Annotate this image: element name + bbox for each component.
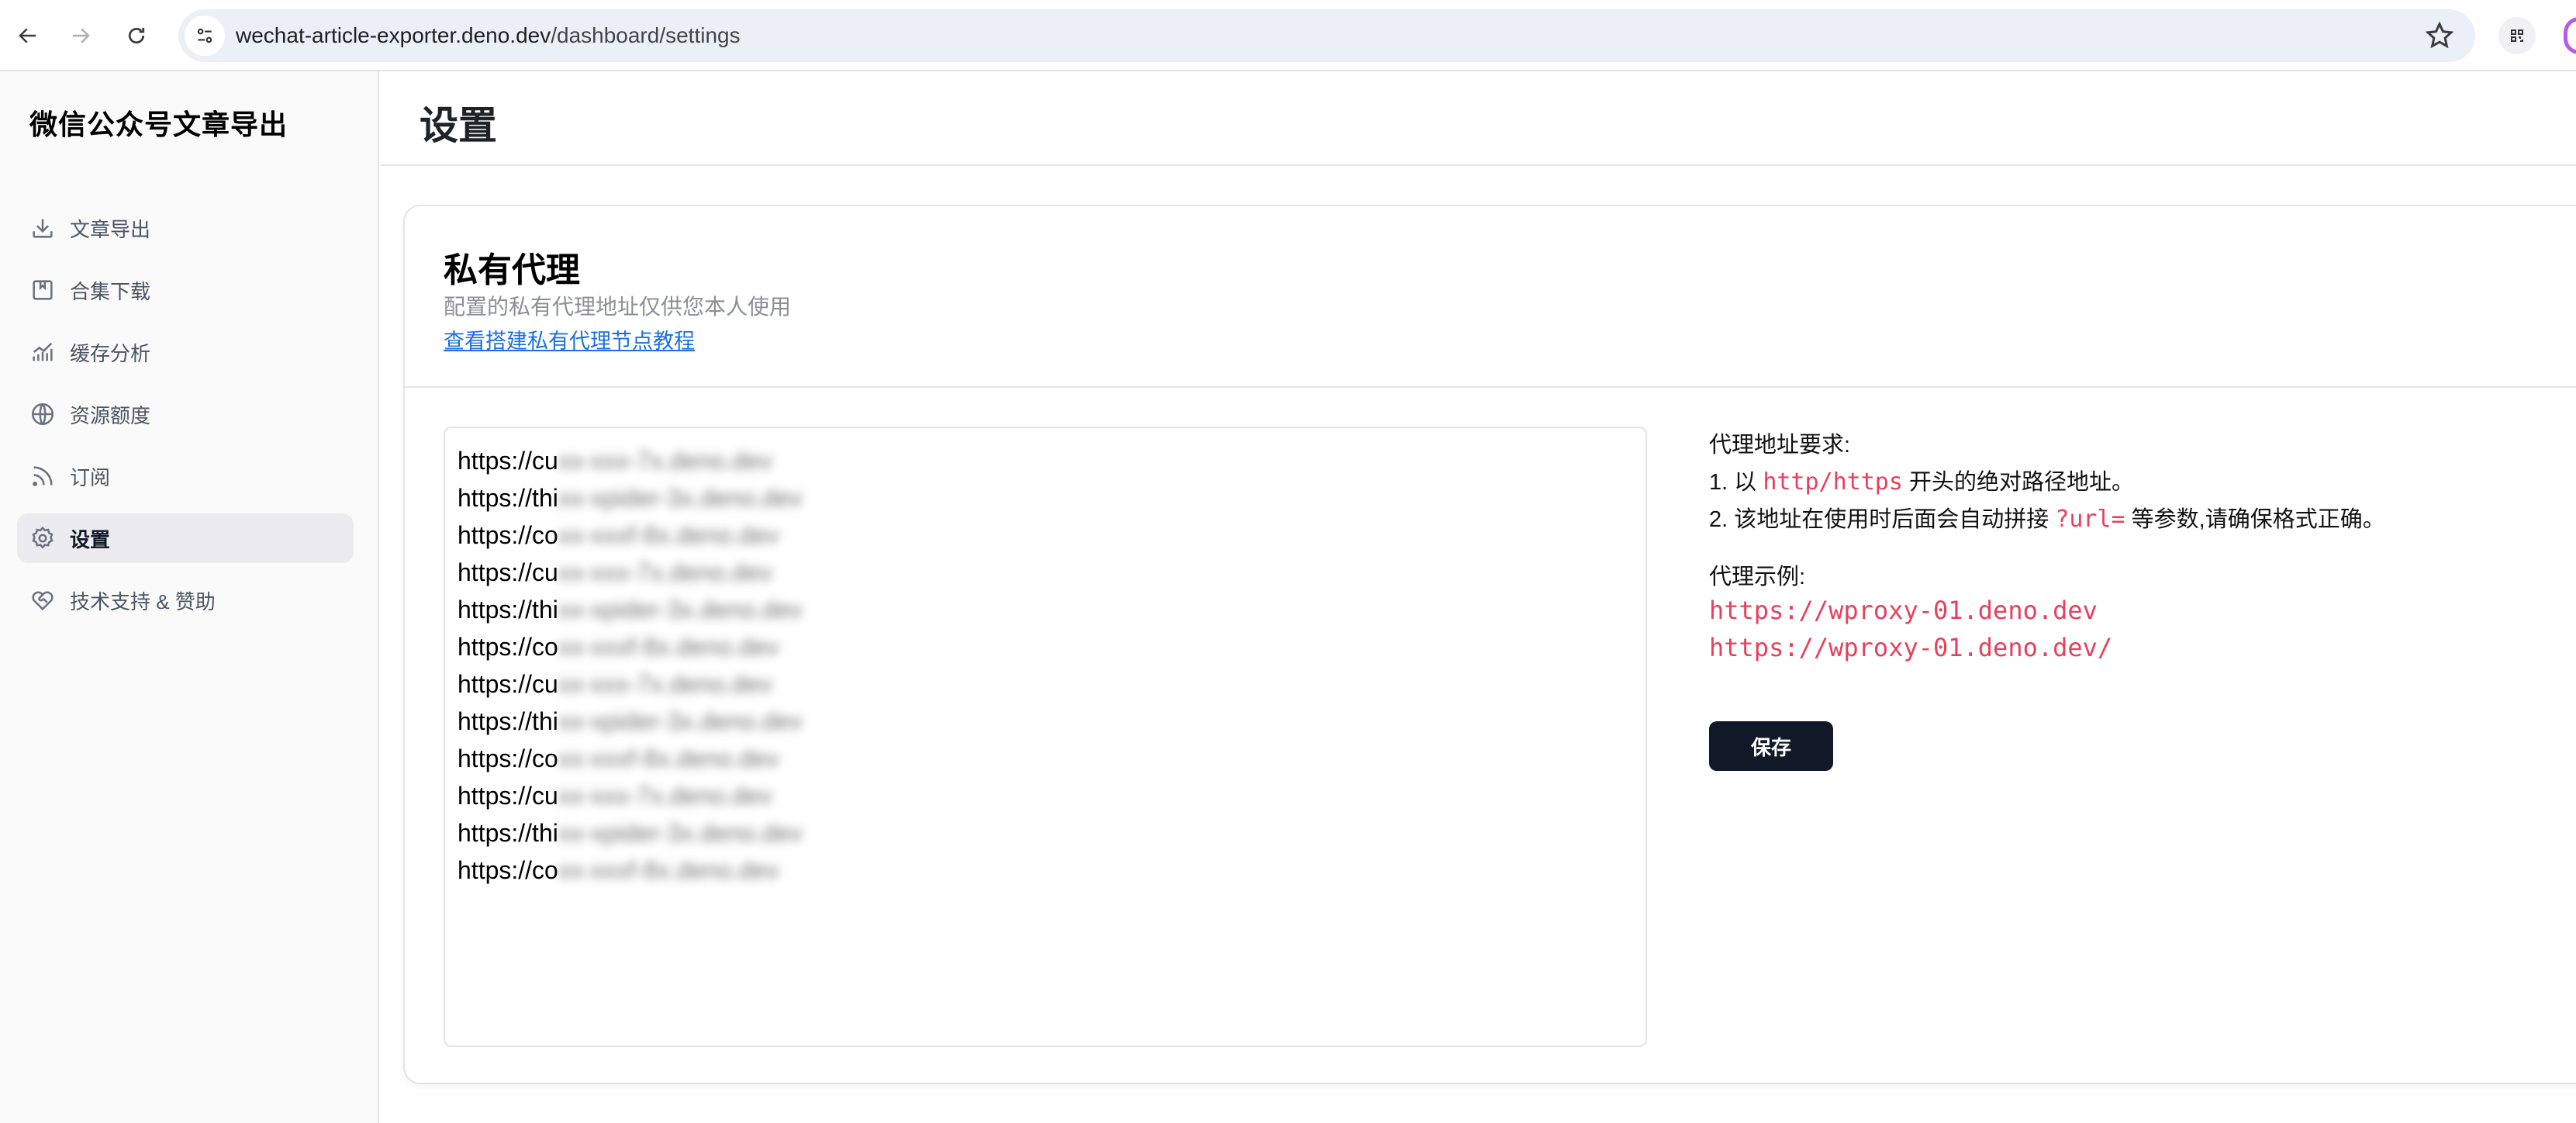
proxy-url-redacted: xx-xpider-3x.deno.dev [558,707,803,735]
bookmark-star-button[interactable] [2424,20,2455,51]
download-icon [29,215,56,241]
proxy-url-visible: https://co [458,633,558,661]
forward-arrow-icon [73,28,90,43]
proxy-url-visible: https://thi [458,707,558,735]
chart-icon [29,339,56,365]
globe-icon [29,401,56,427]
back-arrow-icon [19,28,36,43]
req2-code: ?url= [2055,506,2125,533]
sidebar-item-collection-download[interactable]: 合集下载 [17,265,354,315]
browser-toolbar: wechat-article-exporter.deno.dev/dashboa… [0,0,2576,71]
proxy-url-line: https://coxx-xxxf-8x.deno.dev [458,740,1633,777]
proxy-url-visible: https://cu [458,558,558,586]
proxy-url-redacted: xx-xxx-7x.deno.dev [558,670,772,698]
proxy-url-visible: https://cu [458,782,558,810]
proxy-url-line: https://cuxx-xxx-7x.deno.dev [458,665,1633,703]
req2-prefix: 2. 该地址在使用时后面会自动拼接 [1709,507,2056,532]
profile-icon[interactable] [2564,17,2576,54]
sidebar-item-label: 技术支持 & 赞助 [70,589,216,613]
gear-icon [29,525,56,551]
extension-button[interactable] [2498,17,2536,54]
sidebar-item-settings[interactable]: 设置 [17,513,354,563]
card-description: 配置的私有代理地址仅供您本人使用 [444,295,792,320]
proxy-url-visible: https://co [458,521,558,549]
sidebar-item-cache-analysis[interactable]: 缓存分析 [17,327,354,377]
proxy-url-line: https://thixx-xpider-3x.deno.dev [458,591,1633,628]
address-bar[interactable]: wechat-article-exporter.deno.dev/dashboa… [178,9,2475,62]
req2-suffix: 等参数,请确保格式正确。 [2125,507,2385,532]
proxy-url-redacted: xx-xxxf-8x.deno.dev [558,521,779,549]
example-url: https://wproxy-01.deno.dev [1709,596,2098,625]
sidebar-item-label: 订阅 [70,465,111,489]
sidebar-nav: 文章导出 合集下载 缓存分析 资源额度 订阅 设置 技术支持 & 赞助 [17,203,354,638]
sidebar-item-support-sponsor[interactable]: 技术支持 & 赞助 [17,575,354,625]
proxy-url-redacted: xx-xpider-3x.deno.dev [558,596,803,624]
proxy-url-line: https://cuxx-xxx-7x.deno.dev [458,554,1633,591]
sidebar-item-article-export[interactable]: 文章导出 [17,203,354,253]
proxy-url-line: https://thixx-xpider-3x.deno.dev [458,479,1633,517]
sidebar-item-label: 缓存分析 [70,341,151,365]
proxy-url-redacted: xx-xxxf-8x.deno.dev [558,856,779,884]
card-header: 私有代理 配置的私有代理地址仅供您本人使用 查看搭建私有代理节点教程 [405,206,2576,388]
sidebar-item-subscribe[interactable]: 订阅 [17,451,354,501]
qr-extension-icon [2511,29,2523,42]
sidebar-item-resource-quota[interactable]: 资源额度 [17,389,354,439]
proxy-url-redacted: xx-xxxf-8x.deno.dev [558,633,779,661]
proxy-url-visible: https://cu [458,447,558,475]
forward-button[interactable] [62,17,99,54]
sidebar-item-label: 文章导出 [70,217,151,241]
proxy-list-textarea[interactable]: https://cuxx-xxx-7x.deno.dev https://thix… [444,427,1647,1047]
proxy-url-redacted: xx-xpider-3x.deno.dev [558,484,803,512]
site-info-icon [197,28,212,43]
heart-handshake-icon [29,587,56,613]
proxy-url-line: https://thixx-xpider-3x.deno.dev [458,703,1633,740]
proxy-url-redacted: xx-xpider-3x.deno.dev [558,819,803,847]
star-icon [2425,21,2454,49]
proxy-url-visible: https://co [458,856,558,884]
proxy-url-line: https://coxx-xxxf-8x.deno.dev [458,852,1633,889]
reload-button[interactable] [118,17,155,54]
proxy-url-visible: https://co [458,745,558,772]
sidebar-item-label: 合集下载 [70,279,151,303]
examples-title: 代理示例: [1709,565,1806,589]
proxy-url-redacted: xx-xxx-7x.deno.dev [558,558,772,586]
proxy-url-line: https://cuxx-xxx-7x.deno.dev [458,777,1633,814]
proxy-url-visible: https://thi [458,484,558,512]
req1-code: http/https [1763,468,1903,496]
rss-icon [29,463,56,489]
proxy-url-line: https://cuxx-xxx-7x.deno.dev [458,442,1633,479]
requirement-1: 1. 以 http/https 开头的绝对路径地址。 [1709,464,2134,496]
save-button[interactable]: 保存 [1709,721,1833,771]
sidebar-item-label: 设置 [70,527,111,551]
sidebar: 微信公众号文章导出 文章导出 合集下载 缓存分析 资源额度 订阅 设置 技术支持 [0,71,379,1123]
proxy-url-redacted: xx-xxxf-8x.deno.dev [558,745,779,772]
proxy-url-visible: https://thi [458,819,558,847]
page-title: 设置 [420,104,497,147]
back-button[interactable] [9,17,47,54]
card-title: 私有代理 [444,251,580,289]
proxy-url-redacted: xx-xxx-7x.deno.dev [558,782,772,810]
url-host: wechat-article-exporter.deno.dev [236,23,551,47]
tutorial-link[interactable]: 查看搭建私有代理节点教程 [444,324,695,354]
req1-prefix: 1. 以 [1709,470,1763,495]
proxy-url-line: https://coxx-xxxf-8x.deno.dev [458,517,1633,554]
example-url: https://wproxy-01.deno.dev/ [1709,633,2113,662]
proxy-url-line: https://thixx-xpider-3x.deno.dev [458,814,1633,852]
page-header: 设置 [381,71,2576,166]
private-proxy-card: 私有代理 配置的私有代理地址仅供您本人使用 查看搭建私有代理节点教程 https… [403,205,2576,1084]
app-brand: 微信公众号文章导出 [29,109,288,140]
site-info-button[interactable] [185,16,225,56]
proxy-url-line: https://coxx-xxxf-8x.deno.dev [458,628,1633,665]
requirements-title: 代理地址要求: [1709,433,1851,458]
req1-suffix: 开头的绝对路径地址。 [1902,470,2134,495]
requirement-2: 2. 该地址在使用时后面会自动拼接 ?url= 等参数,请确保格式正确。 [1709,501,2385,534]
proxy-url-visible: https://cu [458,670,558,698]
reload-icon [128,27,145,44]
sidebar-item-label: 资源额度 [70,403,151,427]
url-path: /dashboard/settings [551,23,741,47]
url-text[interactable]: wechat-article-exporter.deno.dev/dashboa… [236,9,741,62]
bookmark-book-icon [29,277,56,303]
proxy-url-visible: https://thi [458,596,558,624]
proxy-url-redacted: xx-xxx-7x.deno.dev [558,447,772,475]
